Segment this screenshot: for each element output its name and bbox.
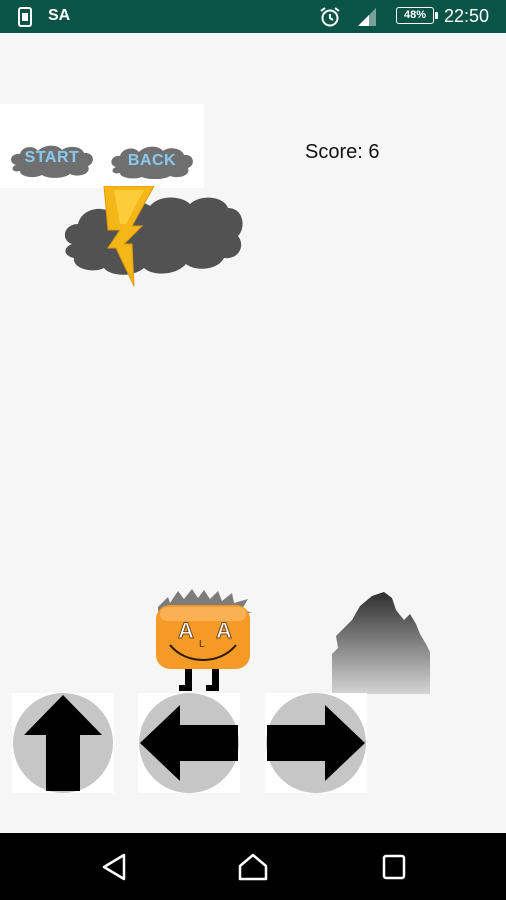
- svg-text:L: L: [199, 639, 205, 650]
- move-right-button[interactable]: [265, 693, 367, 793]
- back-button[interactable]: BACK: [108, 143, 196, 179]
- carrier-label: SA: [48, 7, 71, 24]
- svg-text:A: A: [178, 618, 194, 643]
- arrow-right-icon: [266, 693, 366, 793]
- back-label: BACK: [127, 152, 177, 169]
- sim-card-icon: [18, 7, 32, 27]
- system-nav-bar: [0, 833, 506, 900]
- start-label: START: [24, 149, 80, 166]
- nav-home-icon[interactable]: [235, 851, 271, 883]
- signal-icon: [358, 8, 376, 26]
- arrow-left-icon: [139, 693, 239, 793]
- clock: 22:50: [444, 6, 490, 26]
- battery-indicator: 48%: [396, 7, 438, 24]
- nav-recent-apps-icon[interactable]: [376, 851, 412, 883]
- storm-cloud-lightning-icon: [64, 186, 243, 287]
- alarm-icon: [320, 7, 340, 27]
- nav-back-icon[interactable]: [96, 851, 132, 883]
- player-character: A A L: [156, 589, 252, 691]
- arrow-up-icon: [13, 693, 113, 793]
- rock-obstacle: [332, 592, 430, 694]
- score-display: Score: 6: [305, 141, 380, 163]
- jump-button[interactable]: [12, 693, 114, 793]
- status-bar: SA 48% 22:50: [0, 0, 506, 33]
- svg-text:A: A: [216, 618, 232, 643]
- move-left-button[interactable]: [138, 693, 240, 793]
- start-button[interactable]: START: [8, 143, 96, 179]
